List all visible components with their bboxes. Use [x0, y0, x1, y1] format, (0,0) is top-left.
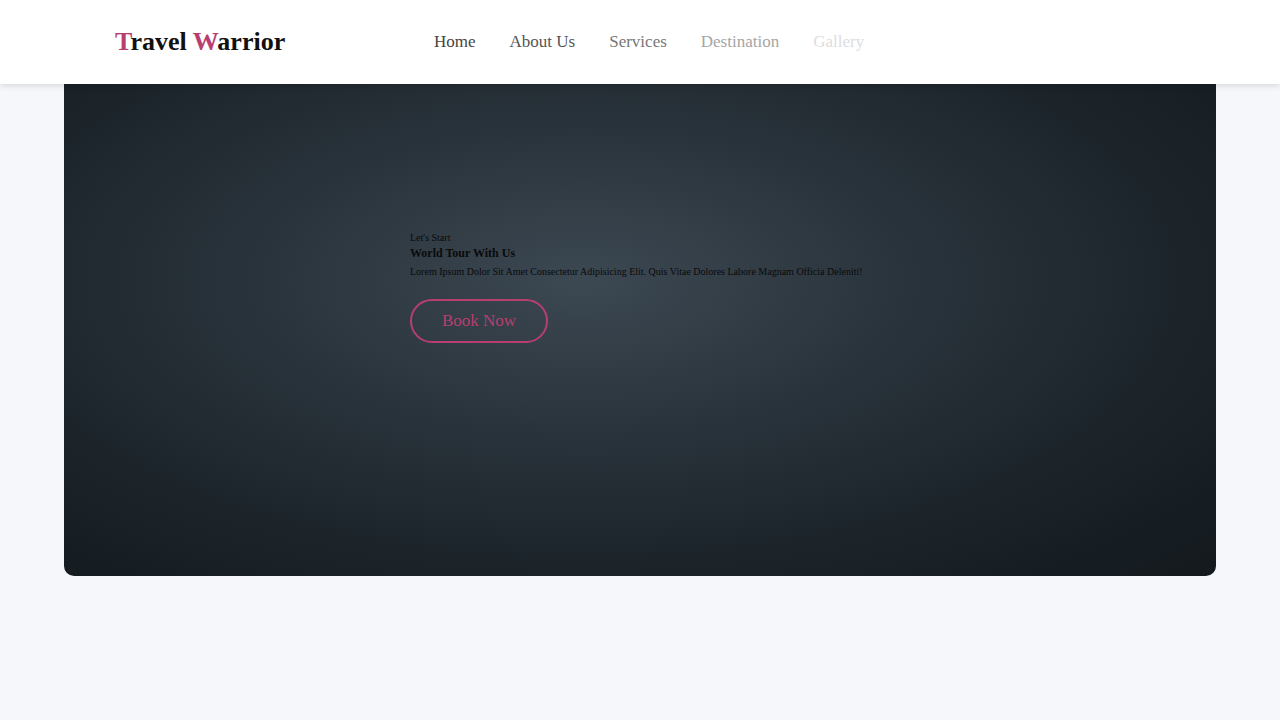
- logo-part: ravel: [130, 27, 192, 56]
- book-button[interactable]: Book Now: [410, 299, 548, 343]
- logo-part: T: [115, 27, 130, 56]
- nav-link[interactable]: Gallery: [813, 32, 864, 52]
- nav-link[interactable]: Home: [434, 32, 476, 52]
- hero-eyebrow: Let's Start: [410, 232, 450, 243]
- logo-part: W: [193, 27, 218, 56]
- hero-title: World Tour With Us: [410, 246, 515, 261]
- header: Travel WarriorHomeAbout UsServicesDestin…: [0, 0, 1280, 84]
- nav-link[interactable]: About Us: [510, 32, 576, 52]
- nav-link[interactable]: Services: [609, 32, 667, 52]
- logo-part: arrior: [217, 27, 285, 56]
- nav-link[interactable]: Destination: [701, 32, 779, 52]
- nav: Home About Us Services Destination Gallery: [434, 32, 864, 52]
- logo[interactable]: Travel Warrior: [115, 27, 434, 57]
- hero-text: Lorem Ipsum Dolor Sit Amet Consectetur A…: [410, 266, 863, 277]
- page: Travel WarriorHomeAbout UsServicesDestin…: [0, 0, 1280, 720]
- hero: Let's Start World Tour With Us Lorem Ipsum…: [64, 84, 1216, 576]
